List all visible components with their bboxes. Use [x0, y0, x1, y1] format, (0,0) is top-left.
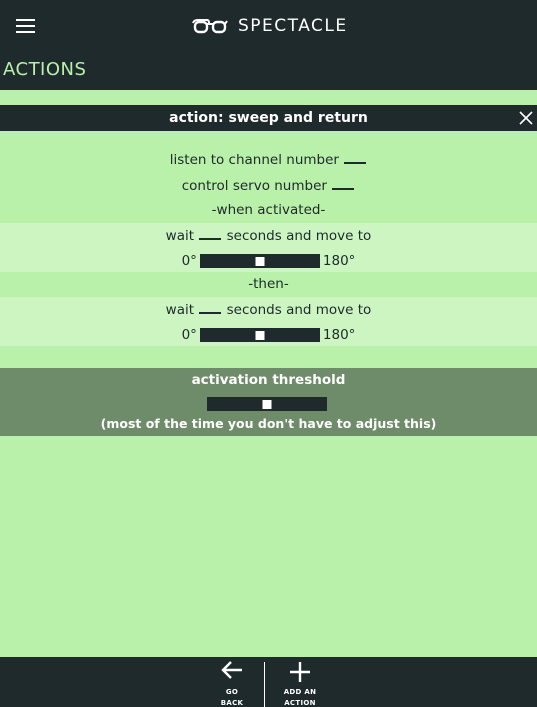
- second-angle-slider[interactable]: [199, 328, 320, 342]
- close-icon[interactable]: [519, 111, 533, 125]
- bottom-bar: GO BACK ADD AN ACTION: [0, 657, 537, 707]
- first-wait-seconds-input[interactable]: [199, 226, 222, 240]
- then-label: -then-: [248, 276, 289, 292]
- servo-number-input[interactable]: [332, 176, 355, 190]
- page-title: ACTIONS: [3, 59, 87, 80]
- max-angle-label: 180°: [322, 253, 356, 269]
- seconds-label: seconds and move to: [226, 302, 372, 318]
- wait-label: wait: [165, 302, 195, 318]
- second-angle-row: 0° 180°: [0, 326, 537, 344]
- brand-name: SPECTACLE: [238, 16, 348, 36]
- listen-row: listen to channel number: [0, 150, 537, 168]
- first-angle-row: 0° 180°: [0, 252, 537, 270]
- second-wait-seconds-input[interactable]: [199, 300, 222, 314]
- min-angle-label: 0°: [181, 253, 197, 269]
- top-bar: SPECTACLE ACTIONS: [0, 0, 537, 90]
- menu-icon[interactable]: [16, 17, 35, 35]
- threshold-note: (most of the time you don't have to adju…: [100, 416, 437, 431]
- when-activated-row: -when activated-: [0, 202, 537, 218]
- slider-thumb[interactable]: [262, 400, 272, 409]
- arrow-left-icon: [221, 661, 242, 679]
- second-wait-row: wait seconds and move to: [0, 300, 537, 318]
- first-angle-slider[interactable]: [199, 254, 320, 268]
- wait-label: wait: [165, 228, 195, 244]
- threshold-title: activation threshold: [191, 372, 346, 388]
- slider-thumb[interactable]: [255, 331, 265, 340]
- max-angle-label: 180°: [322, 327, 356, 343]
- nav-divider: [264, 662, 265, 707]
- servo-row: control servo number: [0, 176, 537, 194]
- seconds-label: seconds and move to: [226, 228, 372, 244]
- threshold-panel: activation threshold (most of the time y…: [0, 368, 537, 436]
- servo-label: control servo number: [181, 178, 327, 194]
- glasses-logo-icon: [192, 19, 228, 34]
- threshold-slider[interactable]: [207, 397, 327, 411]
- action-header: action: sweep and return: [0, 105, 537, 131]
- first-wait-row: wait seconds and move to: [0, 226, 537, 244]
- channel-number-input[interactable]: [344, 150, 367, 164]
- action-title: action: sweep and return: [169, 110, 368, 126]
- listen-label: listen to channel number: [169, 152, 339, 168]
- brand: SPECTACLE: [192, 13, 348, 39]
- go-back-button[interactable]: GO BACK: [207, 661, 257, 707]
- go-back-label-2: BACK: [220, 699, 244, 707]
- go-back-label-1: GO: [225, 688, 239, 696]
- add-action-button[interactable]: ADD AN ACTION: [275, 661, 325, 707]
- slider-thumb[interactable]: [255, 257, 265, 266]
- min-angle-label: 0°: [181, 327, 197, 343]
- add-action-label-2: ACTION: [284, 699, 316, 707]
- plus-icon: [290, 662, 310, 682]
- when-activated-label: -when activated-: [211, 202, 326, 218]
- then-row: -then-: [0, 276, 537, 292]
- add-action-label-1: ADD AN: [283, 688, 317, 696]
